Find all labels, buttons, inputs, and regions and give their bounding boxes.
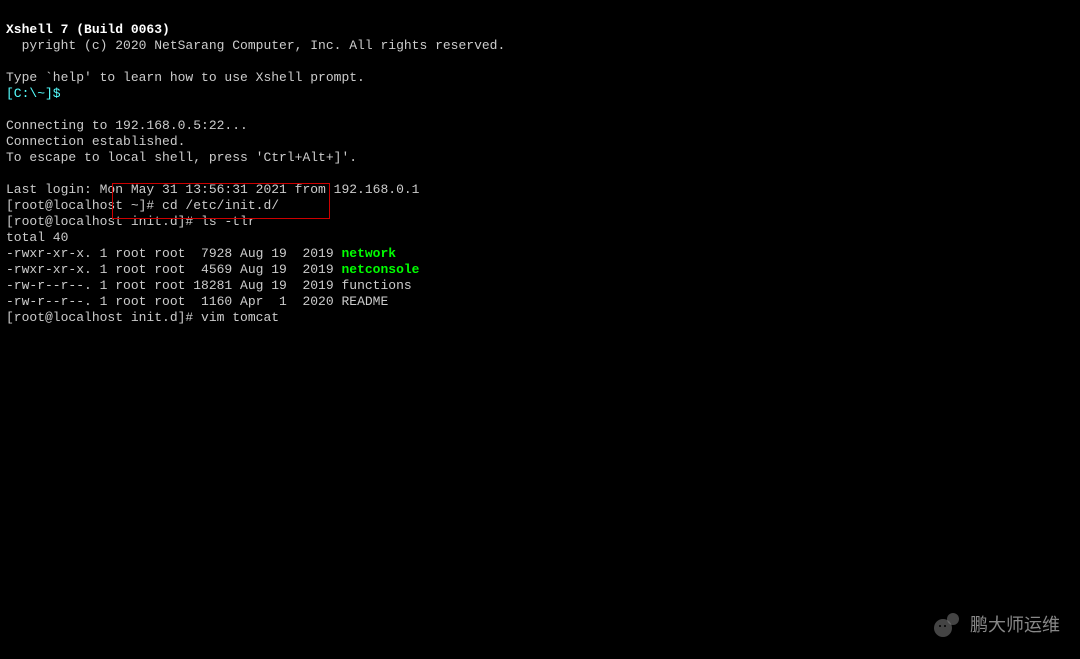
prompt-line-3: [root@localhost init.d]# vim tomcat <box>6 310 279 325</box>
local-prompt: [C:\~]$ <box>6 86 61 101</box>
prompt-line-2: [root@localhost init.d]# ls -tlr <box>6 214 256 229</box>
established-line: Connection established. <box>6 134 185 149</box>
copyright-line: pyright (c) 2020 NetSarang Computer, Inc… <box>6 38 505 53</box>
ls-row: -rw-r--r--. 1 root root 1160 Apr 1 2020 … <box>6 294 388 309</box>
total-line: total 40 <box>6 230 68 245</box>
escape-line: To escape to local shell, press 'Ctrl+Al… <box>6 150 357 165</box>
ls-row: -rwxr-xr-x. 1 root root 7928 Aug 19 2019… <box>6 246 396 261</box>
wechat-icon <box>934 611 962 639</box>
ls-row: -rwxr-xr-x. 1 root root 4569 Aug 19 2019… <box>6 262 419 277</box>
last-login-line: Last login: Mon May 31 13:56:31 2021 fro… <box>6 182 419 197</box>
prompt-line-1: [root@localhost ~]# cd /etc/init.d/ <box>6 198 279 213</box>
watermark-text: 鹏大师运维 <box>970 617 1060 633</box>
app-title: Xshell 7 (Build 0063) <box>6 22 170 37</box>
connecting-line: Connecting to 192.168.0.5:22... <box>6 118 248 133</box>
terminal-output[interactable]: Xshell 7 (Build 0063) pyright (c) 2020 N… <box>0 0 1080 332</box>
help-line: Type `help' to learn how to use Xshell p… <box>6 70 365 85</box>
watermark: 鹏大师运维 <box>934 611 1060 639</box>
ls-row: -rw-r--r--. 1 root root 18281 Aug 19 201… <box>6 278 412 293</box>
